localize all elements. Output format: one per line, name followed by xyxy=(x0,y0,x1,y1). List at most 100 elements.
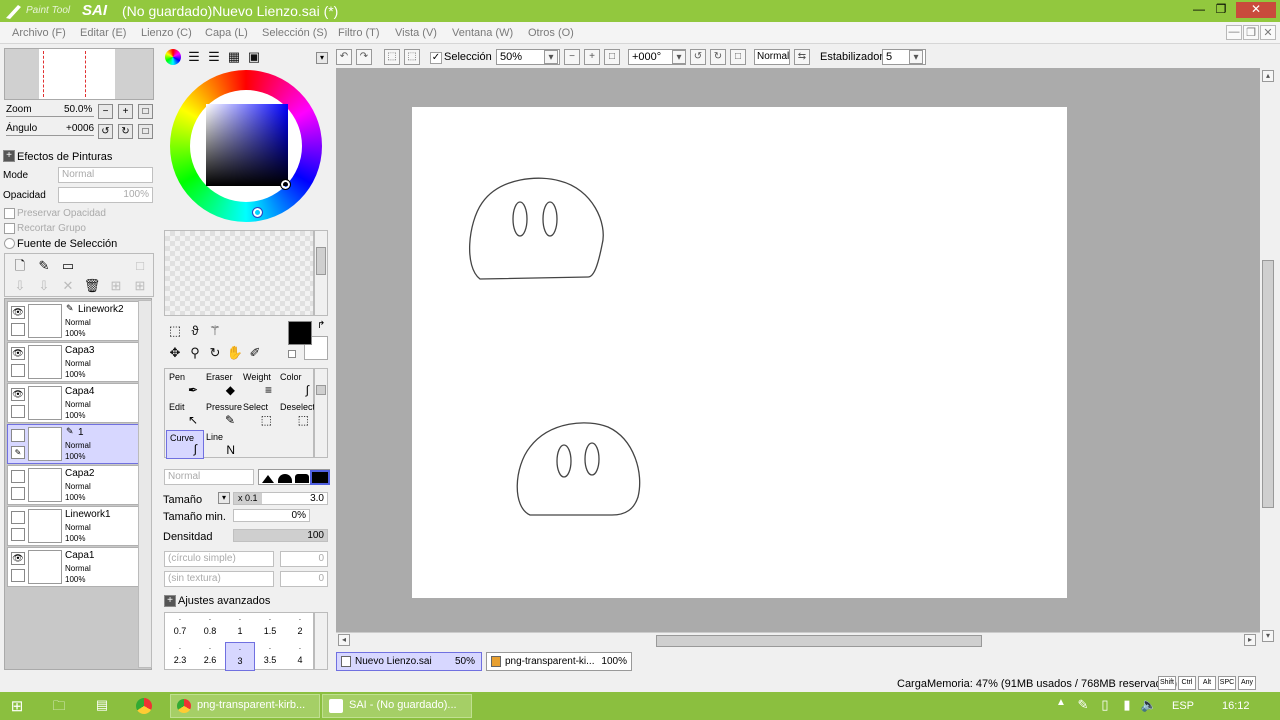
zoom-reset-button[interactable]: □ xyxy=(138,104,153,119)
taskbar-item-chrome[interactable]: png-transparent-kirb... xyxy=(170,694,320,718)
layer-item[interactable]: 👁 Capa1 Normal 100% xyxy=(7,547,140,587)
visibility-toggle-icon[interactable]: 👁 xyxy=(11,306,25,319)
layer-item[interactable]: 👁 Capa3 Normal 100% xyxy=(7,342,140,382)
menu-seleccion[interactable]: Selección (S) xyxy=(262,27,327,39)
toolbar-rotate-right[interactable]: ↻ xyxy=(710,49,726,65)
swatch-grid-icon[interactable]: ▦ xyxy=(225,48,243,66)
restore-button[interactable]: ❐ xyxy=(1210,2,1232,18)
menu-lienzo[interactable]: Lienzo (C) xyxy=(141,27,192,39)
canvas-hscroll[interactable]: ◂ ▸ xyxy=(336,632,1260,648)
menu-ventana[interactable]: Ventana (W) xyxy=(452,27,513,39)
size-preset[interactable]: · 3 xyxy=(225,642,255,671)
rgb-slider-icon[interactable]: ☰ xyxy=(185,48,203,66)
mdi-close-button[interactable]: ✕ xyxy=(1260,25,1276,40)
menu-editar[interactable]: Editar (E) xyxy=(80,27,126,39)
layer-lock-icon[interactable] xyxy=(11,364,25,377)
size-preset[interactable]: · 2.3 xyxy=(165,642,195,671)
undo-button[interactable]: ↶ xyxy=(336,49,352,65)
swatch-scrollbar[interactable] xyxy=(314,230,328,316)
tray-expand-icon[interactable]: ▲ xyxy=(1052,697,1070,715)
redo-button[interactable]: ↷ xyxy=(356,49,372,65)
size-menu-button[interactable]: ▾ xyxy=(218,492,230,504)
brush-tool-pen[interactable]: Pen ✒ xyxy=(166,370,204,399)
mdi-minimize-button[interactable]: — xyxy=(1226,25,1242,40)
layer-item[interactable]: Capa2 Normal 100% xyxy=(7,465,140,505)
size-preset[interactable]: · 3.5 xyxy=(255,642,285,671)
preserve-opacity-checkbox[interactable] xyxy=(4,208,15,219)
brush-edge-flat-icon[interactable] xyxy=(295,474,309,483)
vscroll-down[interactable]: ▾ xyxy=(1262,630,1274,642)
size-preset[interactable]: · 1.5 xyxy=(255,613,285,642)
toolbar-zoom-out[interactable]: − xyxy=(564,49,580,65)
layer-lock-icon[interactable] xyxy=(11,528,25,541)
close-button[interactable]: ✕ xyxy=(1236,2,1276,18)
toolbar-zoom-reset[interactable]: □ xyxy=(604,49,620,65)
canvas-vscroll[interactable]: ▴ ▾ xyxy=(1260,68,1276,648)
zoom-slider[interactable] xyxy=(6,116,94,117)
size-preset[interactable]: · 2.6 xyxy=(195,642,225,671)
size-slider[interactable]: x 0.1 3.0 xyxy=(233,492,328,505)
brush-tool-line[interactable]: Line Ν xyxy=(203,430,241,459)
layer-item[interactable]: Linework1 Normal 100% xyxy=(7,506,140,546)
hue-cursor[interactable] xyxy=(252,207,263,218)
navigator-preview[interactable] xyxy=(4,48,154,100)
windows-start-icon[interactable]: ⊞ xyxy=(8,697,26,715)
selection-checkbox[interactable]: ✓ xyxy=(430,52,442,64)
minimize-button[interactable]: — xyxy=(1188,2,1210,18)
menu-filtro[interactable]: Filtro (T) xyxy=(338,27,380,39)
hscroll-left[interactable]: ◂ xyxy=(338,634,350,646)
selection-source-radio[interactable] xyxy=(4,238,15,249)
zoom-tool-icon[interactable]: ⚲ xyxy=(186,344,204,362)
volume-icon[interactable]: 🔈 xyxy=(1140,697,1158,715)
mdi-restore-button[interactable]: ❐ xyxy=(1243,25,1259,40)
language-indicator[interactable]: ESP xyxy=(1172,700,1194,712)
signal-icon[interactable]: ▮ xyxy=(1118,697,1136,715)
brush-texture-value[interactable]: 0 xyxy=(280,571,328,587)
brush-texture-select[interactable]: (sin textura) xyxy=(164,571,274,587)
brush-edge-round-icon[interactable] xyxy=(278,474,292,483)
chrome-icon[interactable] xyxy=(136,698,152,714)
size-preset[interactable]: · 0.8 xyxy=(195,613,225,642)
size-preset[interactable]: · 1 xyxy=(225,613,255,642)
mode-select[interactable]: Normal xyxy=(58,167,153,183)
pen-tray-icon[interactable]: ✎ xyxy=(1074,697,1092,715)
visibility-toggle-icon[interactable] xyxy=(11,429,25,442)
brush-tool-edit[interactable]: Edit ↖ xyxy=(166,400,204,429)
invert-selection-button[interactable]: ⬚ xyxy=(404,49,420,65)
toolbar-zoom-in[interactable]: + xyxy=(584,49,600,65)
stabilizer-dropdown[interactable]: ▾ xyxy=(909,50,923,64)
size-presets-scrollbar[interactable] xyxy=(314,612,328,670)
zoom-in-button[interactable]: + xyxy=(118,104,133,119)
rotate-tool-icon[interactable]: ↻ xyxy=(206,344,224,362)
rotate-left-button[interactable]: ↺ xyxy=(98,124,113,139)
brush-tool-curve[interactable]: Curve ∫ xyxy=(166,430,204,459)
size-preset[interactable]: · 2 xyxy=(285,613,315,642)
zoom-dropdown[interactable]: ▾ xyxy=(544,50,558,64)
vscroll-thumb[interactable] xyxy=(1262,260,1274,508)
clock[interactable]: 16:12 xyxy=(1222,700,1250,712)
clip-group-checkbox[interactable] xyxy=(4,223,15,234)
layer-option-icon[interactable]: □ xyxy=(131,257,149,275)
brush-edge-hard-icon[interactable] xyxy=(262,475,274,483)
brush-shape-select[interactable]: (círculo simple) xyxy=(164,551,274,567)
merge-visible-icon[interactable]: ⊞ xyxy=(107,277,125,295)
size-preset[interactable]: · 0.7 xyxy=(165,613,195,642)
move-icon[interactable]: ✥ xyxy=(166,344,184,362)
advanced-expand-icon[interactable]: + xyxy=(164,595,176,607)
layers-scrollbar[interactable] xyxy=(138,300,152,668)
effects-expand-icon[interactable]: + xyxy=(3,150,15,162)
delete-layer-icon[interactable]: 🗑 xyxy=(83,277,101,295)
brush-tool-pressure[interactable]: Pressure ✎ xyxy=(203,400,242,429)
foreground-color-swatch[interactable] xyxy=(288,321,312,345)
doc-tab-png[interactable]: png-transparent-ki... 100% xyxy=(486,652,632,671)
eyedropper-icon[interactable]: ✐ xyxy=(246,344,264,362)
visibility-toggle-icon[interactable] xyxy=(11,470,25,483)
new-vector-layer-icon[interactable]: ✎ xyxy=(35,257,53,275)
angle-dropdown[interactable]: ▾ xyxy=(672,50,686,64)
saturation-value-square[interactable] xyxy=(206,104,288,186)
drawing-canvas[interactable] xyxy=(412,107,1067,598)
transfer-down-icon[interactable]: ⇩ xyxy=(35,277,53,295)
color-wheel[interactable] xyxy=(164,66,328,224)
rotate-right-button[interactable]: ↻ xyxy=(118,124,133,139)
clear-layer-icon[interactable]: ✕ xyxy=(59,277,77,295)
